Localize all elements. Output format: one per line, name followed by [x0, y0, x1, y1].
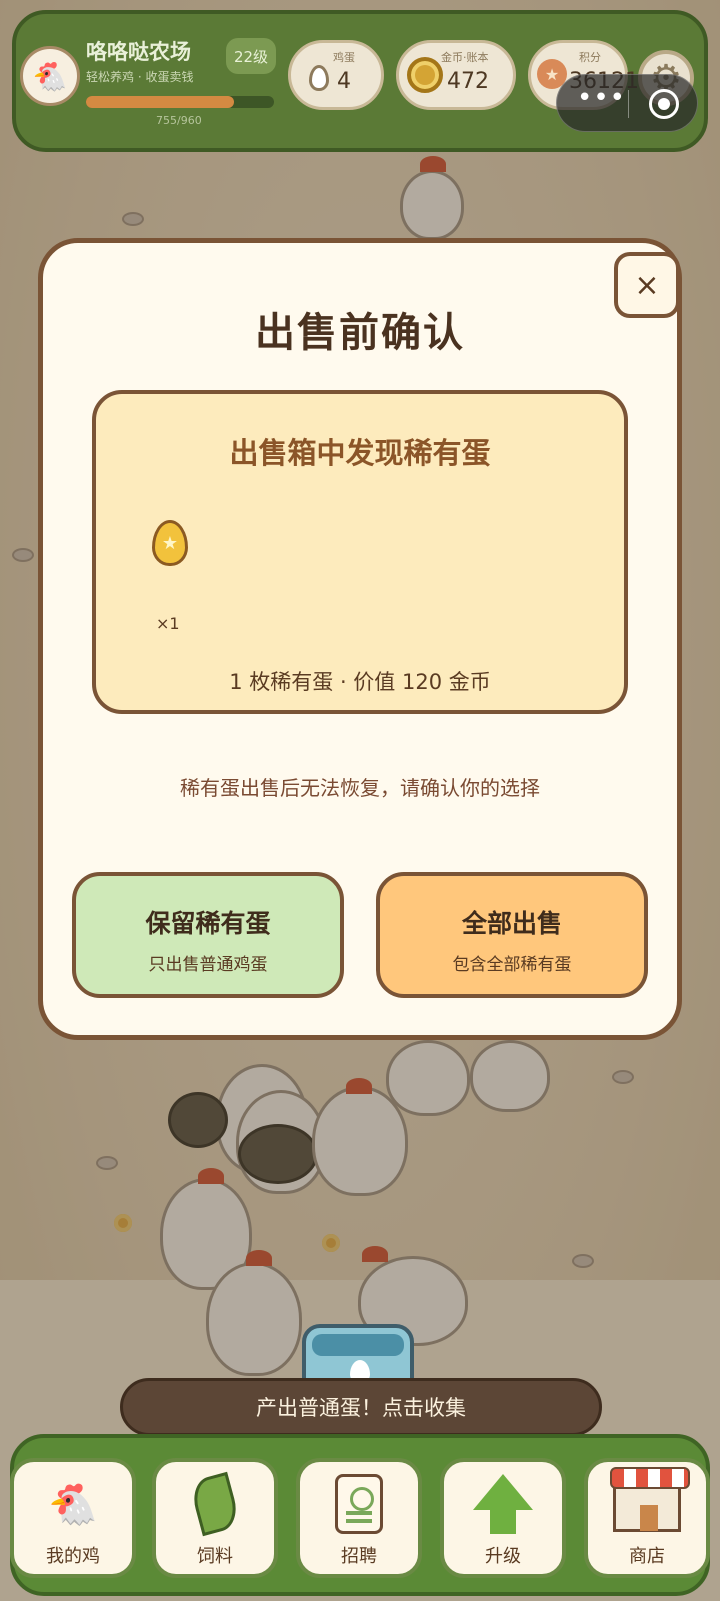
keep-button-sub: 只出售普通鸡蛋: [148, 955, 268, 975]
chest-lid: [312, 1334, 404, 1356]
egg-icon: [309, 65, 329, 91]
coin-stat[interactable]: 金币·账本 472: [396, 40, 516, 110]
sell-button-label: 全部出售: [461, 909, 562, 938]
keep-button-label: 保留稀有蛋: [145, 909, 271, 938]
nav-recruit[interactable]: 招聘: [296, 1458, 422, 1578]
nav-label: 我的鸡: [46, 1546, 100, 1567]
close-target-icon[interactable]: [649, 89, 679, 119]
rare-egg-count: ×1: [156, 614, 180, 633]
nav-feed[interactable]: 饲料: [152, 1458, 278, 1578]
dialog-title: 出售前确认: [255, 310, 465, 356]
shop-icon: [588, 1467, 706, 1536]
rare-egg-icon: ★: [152, 520, 188, 566]
nav-label: 升级: [485, 1546, 521, 1567]
collect-toast[interactable]: 产出普通蛋！点击收集: [120, 1378, 602, 1436]
warning-text: 稀有蛋出售后无法恢复，请确认你的选择: [180, 776, 540, 800]
keep-rare-eggs-button[interactable]: 保留稀有蛋 只出售普通鸡蛋: [72, 872, 344, 998]
miniprogram-capsule: •••: [556, 74, 698, 132]
coin-icon: [407, 57, 443, 93]
nav-shop[interactable]: 商店: [584, 1458, 710, 1578]
farm-name: 咯咯哒农场: [86, 40, 191, 64]
points-stat-label: 积分: [579, 51, 601, 64]
coin-stat-label: 金币·账本: [441, 51, 489, 64]
chicken-avatar-icon: 🐔: [32, 59, 68, 93]
arrow-up-icon: [444, 1472, 562, 1536]
sell-all-button[interactable]: 全部出售 包含全部稀有蛋: [376, 872, 648, 998]
egg-stat[interactable]: 鸡蛋 4: [288, 40, 384, 110]
egg-stat-label: 鸡蛋: [333, 51, 355, 64]
nav-label: 商店: [629, 1546, 665, 1567]
player-avatar[interactable]: 🐔: [20, 46, 80, 106]
rare-egg-summary: 1 枚稀有蛋 · 价值 120 金币: [229, 670, 491, 694]
sell-button-sub: 包含全部稀有蛋: [452, 955, 572, 975]
badge-card-icon: [300, 1472, 418, 1536]
nav-upgrade[interactable]: 升级: [440, 1458, 566, 1578]
capsule-divider: [628, 90, 629, 118]
coin-stat-value: 472: [447, 69, 489, 94]
rare-panel-title: 出售箱中发现稀有蛋: [229, 436, 491, 470]
chicken-icon: 🐔: [48, 1481, 98, 1528]
nav-my-chickens[interactable]: 🐔 我的鸡: [10, 1458, 136, 1578]
more-dots-icon[interactable]: •••: [577, 83, 626, 113]
close-icon: ×: [634, 267, 660, 303]
rare-egg-panel: 出售箱中发现稀有蛋 ★ ×1 1 枚稀有蛋 · 价值 120 金币: [92, 390, 628, 714]
leaf-icon: [156, 1471, 274, 1537]
level-badge: 22级: [226, 38, 276, 74]
egg-stat-value: 4: [337, 69, 351, 94]
nav-label: 招聘: [341, 1546, 377, 1567]
xp-text: 755/960: [156, 114, 202, 127]
xp-progress-bar: [86, 96, 274, 108]
farm-subtitle: 轻松养鸡 · 收蛋卖钱: [86, 70, 194, 84]
xp-progress-fill: [86, 96, 234, 108]
nav-label: 饲料: [197, 1546, 233, 1567]
